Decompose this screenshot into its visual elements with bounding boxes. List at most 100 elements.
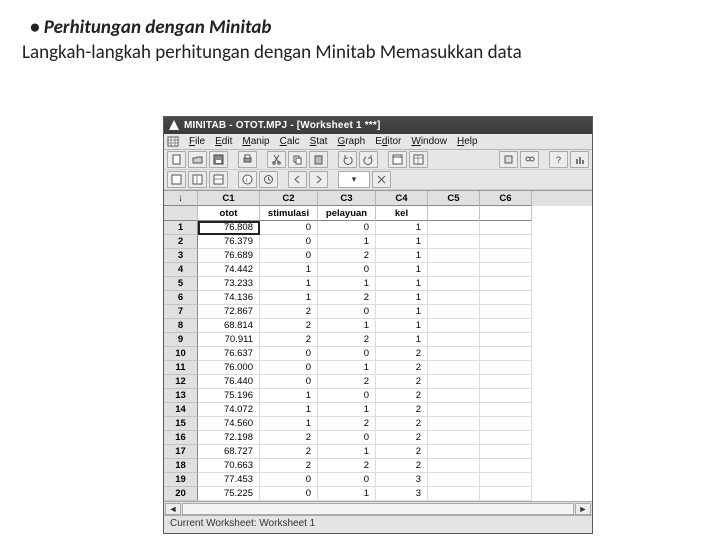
cell[interactable]: 73.233 — [198, 277, 260, 291]
cell[interactable]: 1 — [376, 277, 428, 291]
row-header[interactable]: 17 — [164, 445, 198, 459]
cell[interactable]: 1 — [376, 221, 428, 235]
cell[interactable]: 1 — [318, 361, 376, 375]
cell[interactable]: 72.198 — [198, 431, 260, 445]
cell[interactable]: 1 — [260, 291, 318, 305]
cell[interactable]: 76.440 — [198, 375, 260, 389]
cell[interactable]: 68.727 — [198, 445, 260, 459]
row-header[interactable]: 11 — [164, 361, 198, 375]
col-header[interactable]: C3 — [318, 191, 376, 206]
cell[interactable] — [480, 333, 532, 347]
varname-cell[interactable]: pelayuan — [318, 206, 376, 221]
cell[interactable]: 76.689 — [198, 249, 260, 263]
cell[interactable]: 2 — [376, 459, 428, 473]
cell[interactable]: 1 — [376, 263, 428, 277]
row-header[interactable]: 8 — [164, 319, 198, 333]
menu-edit[interactable]: Edit — [210, 136, 237, 147]
cell[interactable]: 0 — [260, 361, 318, 375]
tool-x[interactable] — [372, 171, 391, 188]
cell[interactable]: 68.814 — [198, 319, 260, 333]
cell[interactable]: 2 — [376, 347, 428, 361]
cell[interactable]: 2 — [260, 305, 318, 319]
cell[interactable]: 2 — [260, 431, 318, 445]
cell[interactable] — [480, 473, 532, 487]
cell[interactable]: 0 — [260, 221, 318, 235]
row-header[interactable]: 6 — [164, 291, 198, 305]
cell[interactable]: 2 — [318, 417, 376, 431]
cell[interactable]: 0 — [260, 487, 318, 501]
col-header[interactable]: C4 — [376, 191, 428, 206]
cell[interactable] — [428, 333, 480, 347]
cell[interactable] — [480, 249, 532, 263]
cell[interactable]: 1 — [318, 235, 376, 249]
cell[interactable] — [480, 431, 532, 445]
row-header[interactable]: 2 — [164, 235, 198, 249]
copy-button[interactable] — [288, 151, 307, 168]
cell[interactable] — [480, 347, 532, 361]
cell[interactable] — [428, 361, 480, 375]
menu-window[interactable]: Window — [406, 136, 452, 147]
cell[interactable]: 2 — [376, 375, 428, 389]
col-header[interactable]: C2 — [260, 191, 318, 206]
cell[interactable] — [428, 319, 480, 333]
cell[interactable]: 0 — [260, 347, 318, 361]
row-header[interactable]: 12 — [164, 375, 198, 389]
cell[interactable]: 1 — [260, 417, 318, 431]
cell[interactable]: 1 — [376, 235, 428, 249]
cell[interactable]: 0 — [260, 235, 318, 249]
next-button[interactable] — [309, 171, 328, 188]
cell[interactable]: 74.072 — [198, 403, 260, 417]
cell[interactable]: 1 — [260, 263, 318, 277]
varname-cell[interactable]: otot — [198, 206, 260, 221]
cell[interactable] — [428, 249, 480, 263]
cell[interactable]: 75.225 — [198, 487, 260, 501]
cell[interactable] — [428, 347, 480, 361]
varname-cell[interactable] — [428, 206, 480, 221]
row-header[interactable]: 18 — [164, 459, 198, 473]
cell[interactable] — [480, 305, 532, 319]
cell[interactable]: 77.453 — [198, 473, 260, 487]
menu-editor[interactable]: Editor — [370, 136, 406, 147]
cell[interactable] — [480, 235, 532, 249]
cell[interactable]: 2 — [376, 403, 428, 417]
cell[interactable]: 2 — [318, 459, 376, 473]
cell[interactable] — [480, 459, 532, 473]
cell[interactable]: 1 — [376, 291, 428, 305]
row-header[interactable]: 13 — [164, 389, 198, 403]
cell[interactable]: 76.000 — [198, 361, 260, 375]
picker[interactable]: ▾ — [338, 171, 370, 188]
cell[interactable]: 2 — [318, 291, 376, 305]
menu-help[interactable]: Help — [452, 136, 483, 147]
cell[interactable]: 74.442 — [198, 263, 260, 277]
cell[interactable]: 1 — [318, 487, 376, 501]
cell[interactable]: 74.136 — [198, 291, 260, 305]
menu-manip[interactable]: Manip — [237, 136, 274, 147]
help-button[interactable]: ? — [549, 151, 568, 168]
cell[interactable]: 76.379 — [198, 235, 260, 249]
cell[interactable] — [428, 235, 480, 249]
cell[interactable]: 75.196 — [198, 389, 260, 403]
history-button[interactable] — [259, 171, 278, 188]
cell[interactable] — [480, 291, 532, 305]
cell[interactable] — [428, 473, 480, 487]
cell[interactable]: 0 — [318, 305, 376, 319]
row-header[interactable]: 7 — [164, 305, 198, 319]
cell[interactable]: 2 — [376, 417, 428, 431]
col-header[interactable]: C1 — [198, 191, 260, 206]
menu-graph[interactable]: Graph — [332, 136, 370, 147]
cell[interactable] — [480, 417, 532, 431]
cell[interactable]: 1 — [318, 445, 376, 459]
cell[interactable]: 3 — [376, 473, 428, 487]
col-header[interactable]: C6 — [480, 191, 532, 206]
scroll-right-button[interactable]: ► — [575, 503, 591, 515]
cell[interactable]: 1 — [260, 389, 318, 403]
save-button[interactable] — [209, 151, 228, 168]
horizontal-scrollbar[interactable]: ◄ ► — [164, 501, 592, 515]
col-header[interactable]: C5 — [428, 191, 480, 206]
cell[interactable]: 2 — [260, 333, 318, 347]
cell[interactable] — [428, 263, 480, 277]
cell[interactable]: 2 — [318, 333, 376, 347]
cell[interactable] — [480, 389, 532, 403]
row-header[interactable]: 3 — [164, 249, 198, 263]
cell[interactable]: 1 — [318, 319, 376, 333]
